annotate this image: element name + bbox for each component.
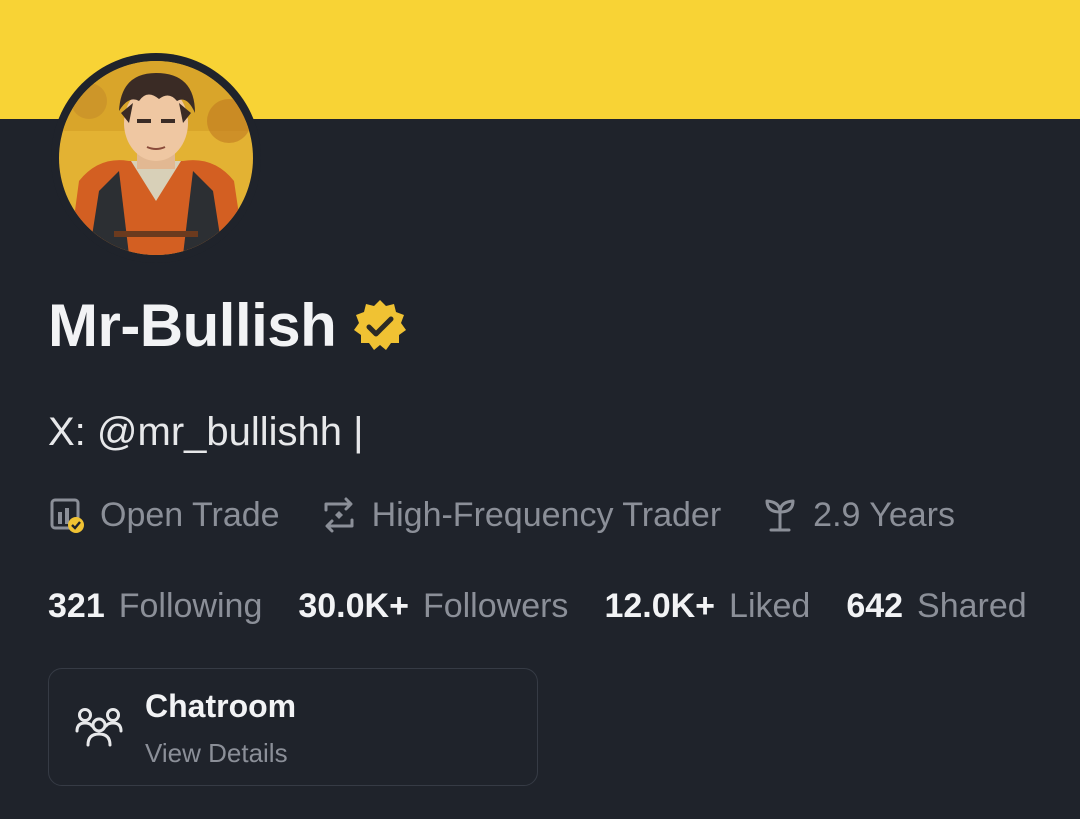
profile-name: Mr-Bullish <box>48 292 337 359</box>
chatroom-card[interactable]: Chatroom View Details <box>48 668 538 786</box>
tag-experience[interactable]: 2.9 Years <box>761 496 955 535</box>
avatar-image <box>59 61 253 255</box>
name-row: Mr-Bullish <box>48 290 410 362</box>
stat-value: 321 <box>48 586 105 625</box>
profile-page: Mr-Bullish X: @mr_bullishh | Open Trade <box>0 0 1080 819</box>
verified-badge-icon <box>354 300 407 350</box>
stat-value: 30.0K+ <box>298 586 409 625</box>
chatroom-title: Chatroom <box>145 688 297 724</box>
stat-label: Liked <box>729 586 811 625</box>
avatar[interactable] <box>59 61 253 255</box>
open-trade-icon <box>50 498 84 533</box>
profile-bio: X: @mr_bullishh | <box>48 410 364 454</box>
stat-label: Followers <box>422 586 569 625</box>
stat-label: Shared <box>917 586 1027 625</box>
stat-value: 12.0K+ <box>604 586 716 625</box>
sprout-icon <box>765 499 795 532</box>
profile-stats: 321 Following 30.0K+ Followers 12.0K+ Li… <box>48 582 1027 630</box>
swap-icon <box>324 497 354 533</box>
profile-tags: Open Trade High-Frequency Trader 2.9 Yea… <box>48 490 995 540</box>
stat-following[interactable]: 321 Following <box>48 587 262 626</box>
chatroom-view-details[interactable]: View Details <box>145 735 288 771</box>
stat-liked[interactable]: 12.0K+ Liked <box>604 587 810 626</box>
stat-label: Following <box>118 586 263 625</box>
tag-open-trade[interactable]: Open Trade <box>48 496 280 535</box>
group-icon <box>75 708 123 747</box>
tag-label: 2.9 Years <box>813 495 955 534</box>
stat-shared[interactable]: 642 Shared <box>846 587 1026 626</box>
stat-value: 642 <box>846 586 904 625</box>
tag-trader-type[interactable]: High-Frequency Trader <box>320 495 722 535</box>
stat-followers[interactable]: 30.0K+ Followers <box>298 587 568 626</box>
tag-label: Open Trade <box>100 495 280 534</box>
tag-label: High-Frequency Trader <box>371 495 722 534</box>
